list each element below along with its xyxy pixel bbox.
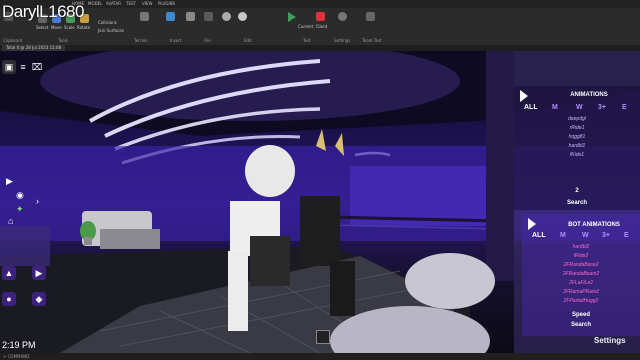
anim-item[interactable]: deepdgl <box>547 116 607 122</box>
hamburger-icon[interactable]: ≡ <box>16 60 30 74</box>
player-name: DarylL1680 <box>2 2 84 21</box>
dance-slot-2[interactable]: ▶ <box>32 266 46 280</box>
camera-icon[interactable]: ◉ <box>16 190 24 201</box>
menu-test[interactable]: TEST <box>126 1 136 6</box>
material-icon[interactable] <box>222 12 231 21</box>
bot-anim-item[interactable]: 2FRandaBeam2 <box>551 271 611 277</box>
bot-anim-item[interactable]: 2FLaFiLe2 <box>551 280 611 286</box>
flag-icon[interactable]: ▶ <box>6 176 13 187</box>
menu-avatar[interactable]: AVATAR <box>106 1 121 6</box>
test-group-label: Test <box>303 38 311 43</box>
anim-filter-m[interactable]: M <box>552 104 558 111</box>
bot-animations-title: BOT ANIMATIONS <box>568 222 620 228</box>
bot-anim-item[interactable]: 2FRandaBase2 <box>551 262 611 268</box>
color-icon[interactable] <box>238 12 247 21</box>
settings-group-label: Settings <box>334 38 351 43</box>
play-icon[interactable] <box>520 90 528 102</box>
anim-item[interactable]: hqgg81 <box>547 134 607 140</box>
inventory-slot[interactable] <box>316 330 330 344</box>
animations-panel: ANIMATIONS ALL M W 3+ E deepdgl rRide1 h… <box>514 86 640 210</box>
anim-filter-e[interactable]: E <box>622 104 627 111</box>
part-icon[interactable] <box>166 12 175 21</box>
terrain-group-label: Terrain <box>134 38 148 43</box>
bot-search-button[interactable]: Search <box>551 322 611 328</box>
bot-anim-item[interactable]: 2FRamaPRam2 <box>551 289 611 295</box>
bot-filter-3plus[interactable]: 3+ <box>602 232 610 239</box>
run-icon[interactable]: ✦ <box>16 204 24 215</box>
anim-page-number: 2 <box>575 188 579 194</box>
bot-filter-w[interactable]: W <box>582 232 589 239</box>
file-group-label: File <box>204 38 211 43</box>
ui-icon[interactable] <box>186 12 195 21</box>
clipboard-group-label: Clipboard <box>3 38 23 43</box>
bot-filter-all[interactable]: ALL <box>532 232 546 239</box>
insert-group-label: Insert <box>170 38 182 43</box>
dance-slot-1[interactable]: ▲ <box>2 266 16 280</box>
move-button[interactable]: Move <box>51 25 62 30</box>
clock: 2:19 PM <box>2 340 36 350</box>
settings-button[interactable]: Settings <box>594 336 626 345</box>
anim-search-button[interactable]: Search <box>547 200 607 206</box>
bot-play-icon[interactable] <box>528 218 536 230</box>
edit-group-label: Edit <box>244 38 252 43</box>
anim-item[interactable]: rRide1 <box>547 125 607 131</box>
bot-anim-item[interactable]: fRide2 <box>551 253 611 259</box>
anim-filter-w[interactable]: W <box>576 104 583 111</box>
select-button[interactable]: Select <box>36 25 48 30</box>
team-test-group-label: Team Test <box>362 38 382 43</box>
current-client-label: Current: Client <box>298 24 328 29</box>
team-test-icon[interactable] <box>366 12 375 21</box>
anim-item[interactable]: hardbl1 <box>547 143 607 149</box>
bot-animations-panel: BOT ANIMATIONS ALL M W 3+ E hardbl2 fRid… <box>522 214 640 336</box>
bot-filter-e[interactable]: E <box>624 232 629 239</box>
rotate-button[interactable]: Rotate <box>77 25 90 30</box>
stop-icon[interactable] <box>316 12 325 21</box>
play-icon[interactable] <box>288 12 296 22</box>
menu-model[interactable]: MODEL <box>88 1 102 6</box>
studio-ribbon: HOME MODEL AVATAR TEST VIEW PLUGINS Clip… <box>0 0 640 48</box>
anim-filter-all[interactable]: ALL <box>524 104 538 111</box>
dance-slot-3[interactable]: ● <box>2 292 16 306</box>
scale-button[interactable]: Scale <box>64 25 75 30</box>
command-bar[interactable]: > COMMAND <box>0 353 640 360</box>
terrain-icon[interactable] <box>140 12 149 21</box>
bot-anim-item[interactable]: hardbl2 <box>551 244 611 250</box>
anim-filter-3plus[interactable]: 3+ <box>598 104 606 111</box>
screen: { "hud": { "player_name": "DarylL1680", … <box>0 0 640 360</box>
roblox-menu-icon[interactable]: ▣ <box>2 60 16 74</box>
home-icon[interactable]: ⌂ <box>8 216 13 226</box>
menu-plugins[interactable]: PLUGINS <box>158 1 175 6</box>
menu-view[interactable]: VIEW <box>142 1 152 6</box>
bot-anim-item[interactable]: 2FPartialHogg2 <box>551 298 611 304</box>
tools-group-label: Tools <box>58 38 68 43</box>
import-icon[interactable] <box>204 12 213 21</box>
join-surfaces-toggle[interactable]: Join Surfaces <box>98 28 124 33</box>
bot-filter-m[interactable]: M <box>560 232 566 239</box>
chat-icon[interactable]: ⌧ <box>30 60 44 74</box>
gear-icon[interactable] <box>338 12 347 21</box>
dance-slot-4[interactable]: ◆ <box>32 292 46 306</box>
anim-item[interactable]: fKide1 <box>547 152 607 158</box>
chevron-right-icon[interactable]: › <box>36 196 39 206</box>
collisions-toggle[interactable]: Collisions <box>98 20 117 25</box>
animations-title: ANIMATIONS <box>570 92 608 98</box>
bot-speed-label[interactable]: Speed <box>551 312 611 318</box>
